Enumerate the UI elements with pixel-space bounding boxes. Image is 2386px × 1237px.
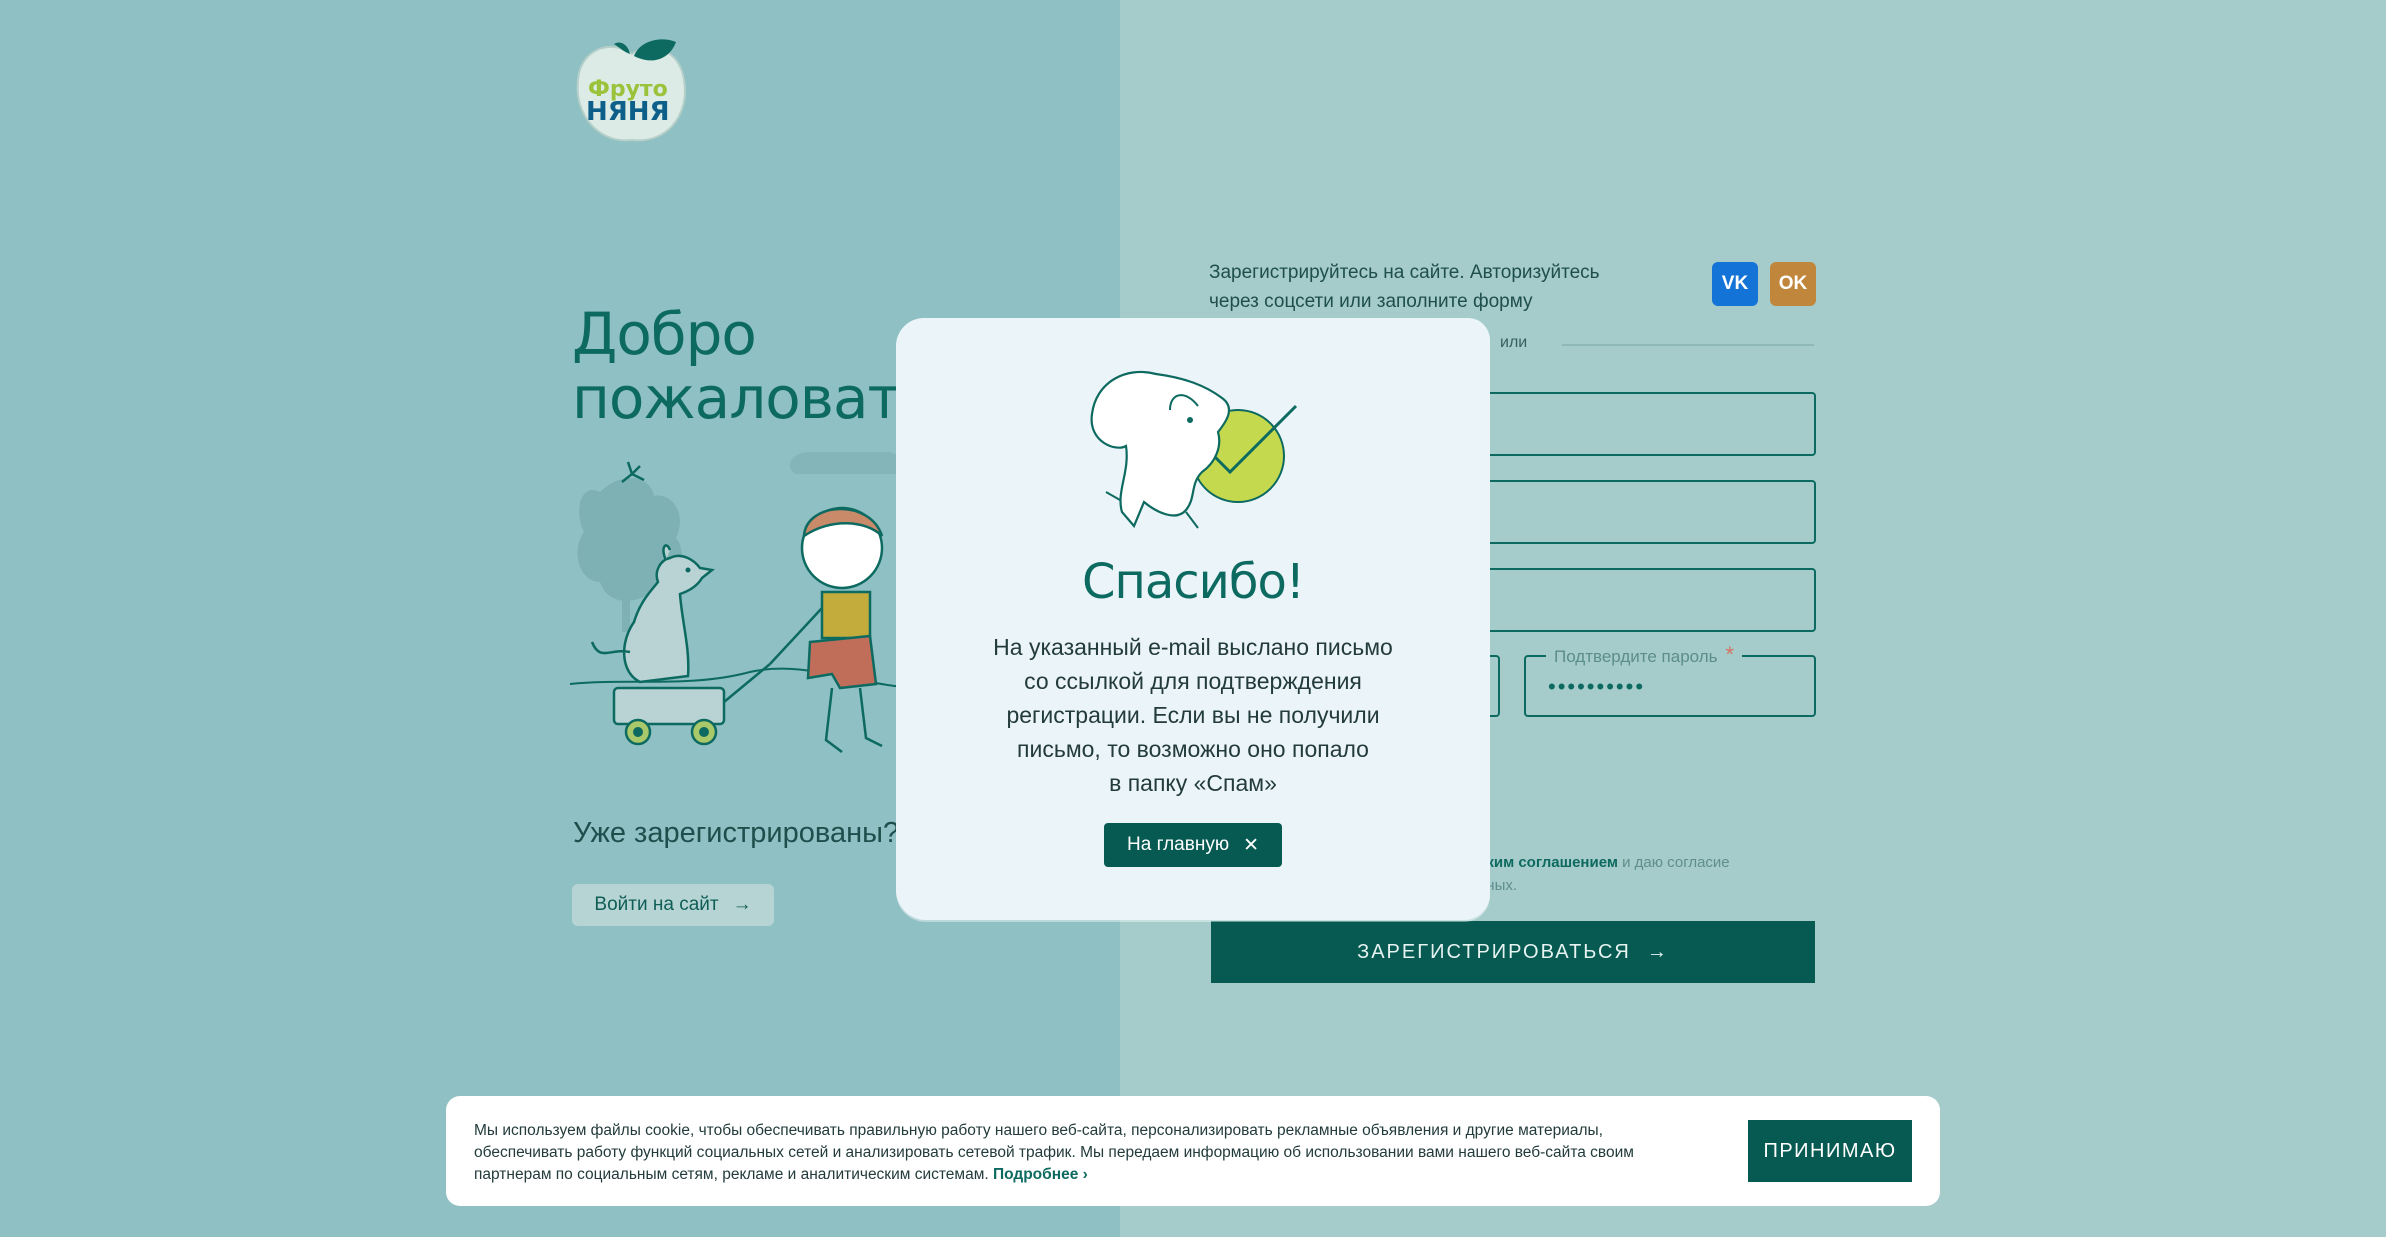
- or-separator-text: или: [1500, 334, 1528, 351]
- register-submit-button[interactable]: ЗАРЕГИСТРИРОВАТЬСЯ →: [1211, 921, 1815, 983]
- register-field-1[interactable]: [1466, 392, 1816, 456]
- ok-login-button[interactable]: OK: [1770, 262, 1816, 306]
- frutonyanya-logo[interactable]: Фрутo НЯНЯ: [570, 36, 694, 152]
- confirm-password-value: ••••••••••: [1548, 674, 1646, 699]
- already-registered-label: Уже зарегистрированы?: [573, 817, 900, 849]
- elephant-checkmark-icon: [1090, 370, 1298, 529]
- confirm-password-label-text: Подтвердите пароль: [1554, 647, 1718, 666]
- odnoklassniki-icon: OK: [1778, 273, 1808, 294]
- or-separator-line: [1562, 344, 1814, 346]
- required-mark: *: [1725, 642, 1735, 667]
- cookie-more-link[interactable]: Подробнее ›: [993, 1166, 1088, 1183]
- cookie-banner: Мы используем файлы cookie, чтобы обеспе…: [446, 1096, 1940, 1206]
- modal-message-line3: регистрации. Если вы не получили: [1006, 702, 1380, 728]
- arrow-right-icon: →: [732, 894, 752, 915]
- modal-message: На указанный e-mail выслано письмо со сс…: [978, 630, 1408, 800]
- confirm-password-label: Подтвердите пароль *: [1546, 642, 1743, 668]
- login-button-label: Войти на сайт: [594, 894, 719, 915]
- arrow-right-icon: →: [1646, 940, 1669, 963]
- svg-text:НЯНЯ: НЯНЯ: [586, 97, 670, 127]
- vk-login-button[interactable]: VK: [1712, 262, 1758, 306]
- user-agreement-link[interactable]: ским соглашением: [1478, 854, 1618, 871]
- cookie-accept-button[interactable]: ПРИНИМАЮ: [1748, 1120, 1912, 1182]
- register-submit-label: ЗАРЕГИСТРИРОВАТЬСЯ: [1357, 940, 1631, 963]
- register-field-3[interactable]: [1466, 568, 1816, 632]
- close-icon: ✕: [1243, 834, 1259, 856]
- modal-message-line1: На указанный e-mail выслано письмо: [993, 634, 1393, 660]
- thanks-modal: Спасибо! На указанный e-mail выслано пис…: [896, 318, 1490, 920]
- modal-title: Спасибо!: [1081, 554, 1305, 610]
- chevron-right-icon: ›: [1082, 1166, 1088, 1183]
- modal-message-line4: письмо, то возможно оно попало: [1017, 736, 1369, 762]
- register-hint-line1: Зарегистрируйтесь на сайте. Авторизуйтес…: [1209, 262, 1600, 283]
- agreement-text-rest: и даю согласие: [1617, 854, 1730, 871]
- vk-icon: VK: [1721, 273, 1749, 294]
- modal-message-line2: со ссылкой для подтверждения: [1024, 668, 1362, 694]
- agreement-text-line2: нных.: [1478, 877, 1518, 894]
- go-home-button-label: На главную: [1127, 834, 1230, 855]
- confirm-password-field[interactable]: Подтвердите пароль * ••••••••••: [1524, 642, 1816, 717]
- dog-and-child-illustration: [570, 452, 940, 753]
- cookie-text: Мы используем файлы cookie, чтобы обеспе…: [474, 1120, 1704, 1186]
- agreement-text: ским соглашением и даю согласие нных.: [1478, 851, 1758, 897]
- go-home-button[interactable]: На главную ✕: [1104, 823, 1282, 867]
- modal-message-line5: в папку «Спам»: [1109, 770, 1277, 796]
- login-button[interactable]: Войти на сайт →: [572, 884, 774, 926]
- cookie-more-link-label: Подробнее: [992, 1166, 1079, 1183]
- register-field-2[interactable]: [1466, 480, 1816, 544]
